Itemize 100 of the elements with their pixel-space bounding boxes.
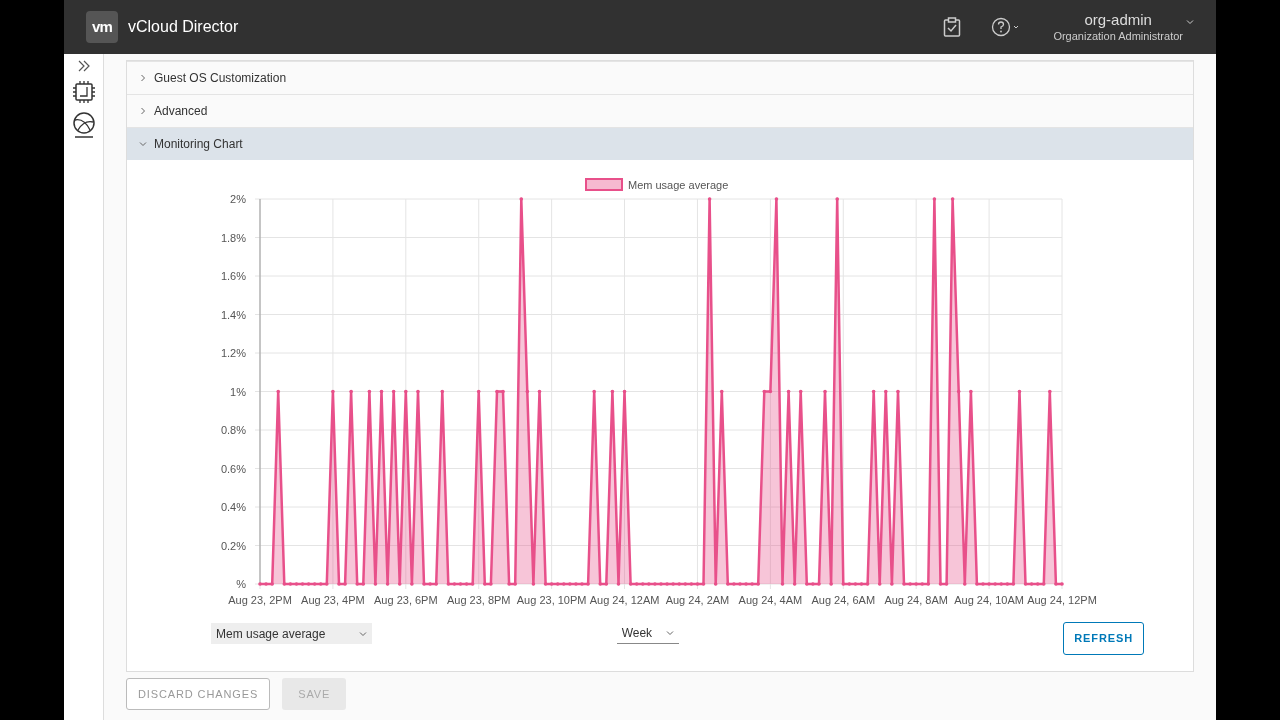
data-point <box>877 582 882 586</box>
range-dropdown[interactable]: Week <box>616 623 679 644</box>
data-point <box>276 389 281 394</box>
expand-icon[interactable] <box>76 60 91 72</box>
caret-icon[interactable] <box>1186 18 1194 26</box>
data-point <box>780 582 785 586</box>
data-point <box>397 582 402 586</box>
data-point <box>707 197 712 201</box>
data-point <box>513 582 517 586</box>
data-point <box>932 197 937 201</box>
data-point <box>367 389 372 394</box>
data-point <box>738 582 742 586</box>
data-point <box>726 582 730 586</box>
y-tick-label: 1.2% <box>220 347 246 359</box>
y-tick-label: 0.6% <box>220 462 246 475</box>
y-tick-label: 0.4% <box>220 501 246 513</box>
refresh-button[interactable]: REFRESH <box>1063 622 1144 655</box>
logo: vm <box>86 11 118 43</box>
data-point <box>416 389 420 394</box>
y-tick-label: 1.8% <box>220 231 246 244</box>
legend-label: Mem usage average <box>628 179 729 191</box>
data-point <box>914 582 918 586</box>
data-point <box>975 582 979 586</box>
x-tick-label: Aug 24, 2AM <box>665 594 730 606</box>
data-point <box>835 197 839 201</box>
x-tick-label: Aug 23, 4PM <box>301 594 365 606</box>
x-tick-label: Aug 23, 10PM <box>516 594 587 606</box>
x-tick-label: Aug 24, 12PM <box>1027 594 1097 606</box>
data-point <box>1048 389 1052 394</box>
clipboard-check-icon[interactable] <box>943 17 962 37</box>
chevron-right-icon <box>139 74 147 82</box>
data-point <box>349 389 353 394</box>
data-point <box>774 197 779 201</box>
data-point <box>355 582 359 586</box>
accordion-header[interactable]: Guest OS Customization <box>127 61 1193 94</box>
data-point <box>331 389 335 394</box>
data-point <box>434 582 438 586</box>
data-point <box>896 389 900 394</box>
y-tick-label: % <box>236 578 246 590</box>
x-tick-label: Aug 23, 2PM <box>228 594 292 606</box>
app-title: vCloud Director <box>128 17 239 37</box>
data-point <box>422 582 426 586</box>
metric-dropdown[interactable]: Mem usage average <box>211 623 372 644</box>
user-name[interactable]: org-admin <box>1084 11 1152 29</box>
x-tick-label: Aug 24, 6AM <box>811 594 876 606</box>
section-title: Monitoring Chart <box>154 136 243 153</box>
data-point <box>647 582 651 586</box>
section-title: Advanced <box>154 103 208 120</box>
network-icon[interactable] <box>71 112 96 138</box>
data-point <box>483 582 487 586</box>
data-point <box>750 582 754 586</box>
data-point <box>495 389 499 394</box>
data-point <box>537 389 542 394</box>
data-point <box>610 389 615 394</box>
chip-icon[interactable] <box>71 80 96 104</box>
data-point <box>902 582 906 586</box>
data-point <box>519 197 524 201</box>
data-point <box>592 389 596 394</box>
data-point <box>963 582 967 586</box>
y-tick-label: 0.8% <box>220 424 246 436</box>
data-point <box>1054 582 1058 586</box>
x-tick-label: Aug 23, 8PM <box>446 594 511 606</box>
chevron-right-icon <box>139 107 147 115</box>
data-point <box>580 582 584 586</box>
data-point <box>756 582 760 586</box>
data-point <box>993 582 997 586</box>
data-point <box>732 582 736 586</box>
y-tick-label: 1% <box>230 385 246 398</box>
data-point <box>391 389 396 394</box>
data-point <box>325 582 329 586</box>
data-point <box>270 582 274 586</box>
accordion-header[interactable]: Advanced <box>127 94 1193 127</box>
data-point <box>671 582 675 586</box>
x-tick-label: Aug 24, 12AM <box>589 594 660 606</box>
user-role: Organization Administrator <box>1053 29 1183 43</box>
y-tick-label: 1.4% <box>220 308 246 321</box>
data-point <box>981 582 985 586</box>
data-point <box>805 582 809 586</box>
data-point <box>956 389 961 394</box>
data-point <box>798 389 803 394</box>
data-point <box>823 389 827 394</box>
accordion-header[interactable]: Monitoring Chart <box>127 127 1193 160</box>
data-point <box>373 582 378 586</box>
x-tick-label: Aug 24, 8AM <box>884 594 948 606</box>
data-point <box>622 389 627 394</box>
data-point <box>531 582 536 586</box>
data-point <box>950 197 955 201</box>
data-point <box>1017 389 1022 394</box>
data-point <box>653 582 657 586</box>
caret-icon <box>665 629 674 637</box>
data-point <box>616 582 621 586</box>
y-tick-label: 1.6% <box>220 270 246 282</box>
data-point <box>586 582 590 586</box>
data-point <box>792 582 797 586</box>
data-point <box>713 582 718 586</box>
data-point <box>476 389 481 394</box>
x-tick-label: Aug 23, 6PM <box>374 594 438 606</box>
x-tick-label: Aug 24, 10AM <box>954 594 1024 606</box>
data-point <box>379 389 384 394</box>
data-point <box>908 582 912 586</box>
